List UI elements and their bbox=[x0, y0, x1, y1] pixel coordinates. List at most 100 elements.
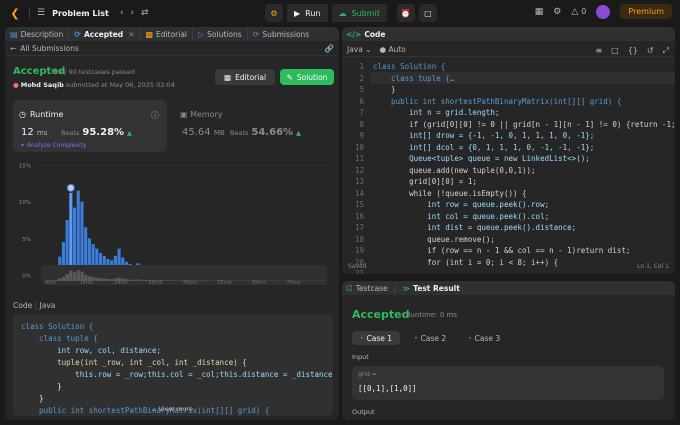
beats-label: Beats bbox=[61, 128, 80, 137]
analyze-complexity-link[interactable]: ✦ Analyze Complexity bbox=[20, 142, 86, 149]
line-number: 15 bbox=[354, 200, 364, 209]
input-param-value: [[0,1],[1,0]] bbox=[358, 384, 417, 393]
top-bar-right: ▦ ⚙ △ 0 Premium bbox=[535, 4, 672, 19]
braces-icon[interactable]: {} bbox=[628, 46, 638, 56]
tab-solutions[interactable]: ▷ Solutions bbox=[193, 27, 248, 41]
close-tab-icon[interactable]: ✕ bbox=[128, 30, 134, 39]
streak-flame-icon[interactable]: △ bbox=[571, 7, 578, 17]
editor-tab-label[interactable]: Code bbox=[364, 30, 385, 39]
line-number: 10 bbox=[354, 142, 364, 152]
leetcode-logo-icon[interactable]: ❮ bbox=[8, 6, 22, 20]
tab-testcase[interactable]: Testcase bbox=[356, 284, 388, 293]
play-icon: ▶ bbox=[294, 8, 301, 18]
input-box bbox=[352, 366, 664, 400]
list-icon[interactable]: ☰ bbox=[37, 8, 45, 18]
format-icon[interactable]: ≡ bbox=[595, 46, 602, 56]
case-tab-1[interactable]: • Case 1 bbox=[352, 331, 401, 345]
history-icon: ⟳ bbox=[252, 29, 260, 39]
debug-button[interactable]: ⚙ bbox=[265, 4, 283, 22]
mini-bar bbox=[72, 272, 77, 281]
tab-label: Accepted bbox=[83, 29, 124, 39]
line-number: 18 bbox=[354, 234, 364, 244]
view-more-button[interactable]: ⌄ View more bbox=[5, 405, 339, 413]
tab-label: Solutions bbox=[207, 29, 242, 39]
input-param-name: grid = bbox=[358, 371, 377, 378]
premium-button[interactable]: Premium bbox=[620, 4, 672, 19]
prev-problem-icon[interactable]: ‹ bbox=[120, 8, 124, 18]
back-arrow-icon[interactable]: ← bbox=[10, 44, 16, 53]
memory-title[interactable]: ▣ Memory bbox=[180, 110, 223, 119]
line-number: 17 bbox=[354, 223, 364, 232]
auto-mode-toggle[interactable]: ● Auto bbox=[380, 45, 406, 54]
next-problem-icon[interactable]: › bbox=[130, 8, 134, 18]
code-line: grid[0][0] = 1; bbox=[373, 177, 477, 186]
memory-label: Memory bbox=[190, 110, 223, 119]
memory-value: 45.64 MB bbox=[182, 127, 225, 138]
sparkle-icon: ✦ bbox=[20, 142, 26, 149]
shuffle-icon[interactable]: ⇄ bbox=[141, 8, 149, 18]
mini-x-tick-label: 65ms bbox=[252, 280, 266, 286]
submit-button[interactable]: ☁ Submit bbox=[331, 4, 387, 22]
case-tab-2[interactable]: • Case 2 bbox=[406, 331, 454, 345]
tab-accepted[interactable]: ⟳ Accepted ✕ bbox=[69, 27, 141, 41]
chart-range-slider[interactable]: 4ms 14ms 24ms 35ms 45ms 55ms 65ms 75ms bbox=[13, 263, 331, 287]
code-line: queue.add(new tuple(0,0,1)); bbox=[373, 165, 536, 175]
code-line: for (int i = 0; i < 8; i++) { bbox=[373, 257, 559, 267]
bookmark-icon[interactable]: □ bbox=[611, 46, 619, 56]
check-dot-icon: • bbox=[468, 334, 472, 342]
mini-bar bbox=[140, 279, 144, 281]
line-number: 16 bbox=[354, 211, 364, 221]
expand-icon[interactable]: ⤢ bbox=[663, 46, 669, 56]
problem-list-link[interactable]: Problem List bbox=[52, 9, 109, 18]
divider: | bbox=[393, 283, 397, 293]
case-tab-3[interactable]: • Case 3 bbox=[460, 331, 508, 345]
editor-icons: ≡ □ {} ↺ ⤢ bbox=[595, 46, 669, 56]
code-line: public int shortestPathBinaryMatrix(int[… bbox=[373, 96, 622, 106]
runtime-unit: ms bbox=[36, 129, 48, 137]
memory-unit: MB bbox=[213, 129, 225, 137]
user-name[interactable]: Mohd Saqib bbox=[21, 81, 64, 89]
timer-button[interactable]: ⏰ bbox=[396, 4, 415, 22]
top-bar: ❮ ☰ Problem List ‹ › ⇄ ⚙ ▶ Run ☁ Submit ⏰ … bbox=[0, 0, 680, 26]
memory-chip-icon: ▣ bbox=[180, 110, 188, 119]
editorial-label: Editorial bbox=[235, 72, 267, 82]
line-number: 19 bbox=[354, 246, 364, 255]
code-line: class Solution { bbox=[21, 322, 94, 331]
solution-button[interactable]: ✎ Solution bbox=[280, 69, 334, 85]
tab-test-result[interactable]: Test Result bbox=[413, 284, 460, 293]
pencil-icon: ✎ bbox=[286, 72, 293, 82]
notes-button[interactable]: ▢ bbox=[418, 4, 437, 22]
reset-icon[interactable]: ↺ bbox=[647, 46, 654, 56]
tab-submissions[interactable]: ⟳ Submissions bbox=[248, 27, 315, 41]
code-line: int col = queue.peek().col; bbox=[373, 211, 550, 221]
case-label: Case 3 bbox=[474, 333, 501, 343]
language-select[interactable]: Java ⌄ bbox=[347, 45, 372, 54]
mini-x-tick-label: 24ms bbox=[114, 280, 128, 286]
streak-count: 0 bbox=[581, 7, 587, 16]
mini-x-tick-label: 75ms bbox=[287, 280, 301, 286]
code-line: queue.remove(); bbox=[373, 234, 495, 244]
run-button[interactable]: ▶ Run bbox=[287, 4, 328, 22]
test-runtime: Runtime: 0 ms bbox=[406, 311, 457, 319]
code-line: if (row == n - 1 && col == n - 1)return … bbox=[373, 246, 631, 255]
mini-bar bbox=[69, 270, 73, 281]
solution-label: Solution bbox=[296, 72, 328, 82]
mini-bar bbox=[99, 278, 103, 281]
editorial-button[interactable]: ▩ Editorial bbox=[215, 69, 275, 85]
layout-grid-icon[interactable]: ▦ bbox=[535, 7, 544, 17]
code-line: class tuple { bbox=[21, 334, 98, 343]
share-link-icon[interactable]: 🔗 bbox=[325, 44, 334, 53]
tab-description[interactable]: ▤ Description bbox=[5, 27, 70, 41]
tab-editorial[interactable]: ▩ Editorial bbox=[140, 27, 194, 41]
settings-gear-icon[interactable]: ⚙ bbox=[553, 7, 561, 17]
avatar[interactable] bbox=[596, 4, 611, 19]
info-icon[interactable]: ⓘ bbox=[151, 110, 159, 121]
view-more-label: View more bbox=[158, 405, 193, 413]
runtime-label: Runtime bbox=[29, 110, 64, 119]
line-number: 12 bbox=[354, 165, 364, 175]
line-number: 11 bbox=[354, 154, 364, 163]
note-icon: ▢ bbox=[424, 8, 432, 18]
line-number: 6 bbox=[359, 96, 364, 106]
code-editor[interactable]: 1 class Solution {2 class tuple {… 5 } 6 pu… bbox=[342, 61, 675, 274]
all-submissions-link[interactable]: All Submissions bbox=[20, 44, 79, 53]
